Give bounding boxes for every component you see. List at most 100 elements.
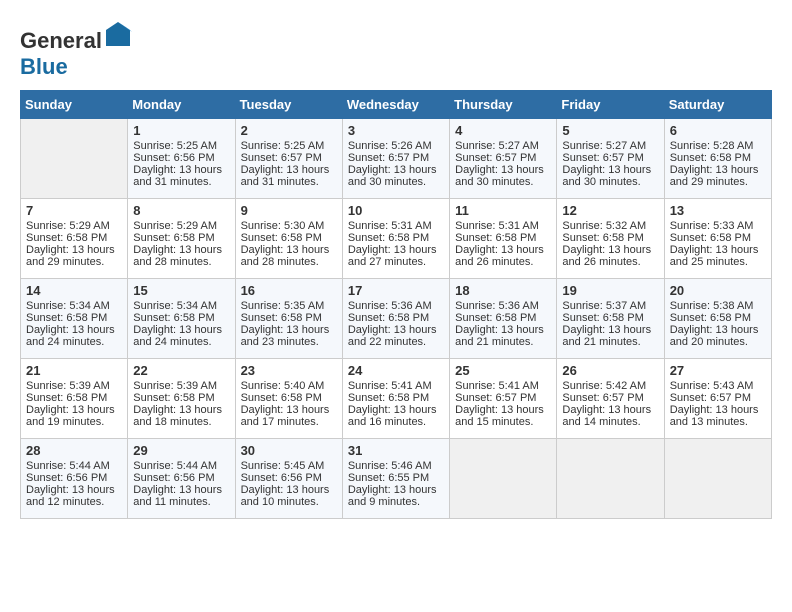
sunset-text: Sunset: 6:58 PM [133, 312, 229, 324]
sunrise-text: Sunrise: 5:38 AM [670, 300, 766, 312]
sunset-text: Sunset: 6:58 PM [562, 232, 658, 244]
daylight-text: Daylight: 13 hours and 9 minutes. [348, 484, 444, 508]
sunset-text: Sunset: 6:56 PM [133, 152, 229, 164]
sunrise-text: Sunrise: 5:41 AM [455, 380, 551, 392]
sunrise-text: Sunrise: 5:30 AM [241, 220, 337, 232]
sunset-text: Sunset: 6:57 PM [562, 392, 658, 404]
day-number: 11 [455, 203, 551, 218]
day-cell: 1Sunrise: 5:25 AMSunset: 6:56 PMDaylight… [128, 119, 235, 199]
logo-blue: Blue [20, 54, 68, 79]
sunrise-text: Sunrise: 5:41 AM [348, 380, 444, 392]
sunrise-text: Sunrise: 5:39 AM [26, 380, 122, 392]
daylight-text: Daylight: 13 hours and 30 minutes. [455, 164, 551, 188]
sunset-text: Sunset: 6:58 PM [348, 312, 444, 324]
daylight-text: Daylight: 13 hours and 16 minutes. [348, 404, 444, 428]
sunrise-text: Sunrise: 5:44 AM [133, 460, 229, 472]
daylight-text: Daylight: 13 hours and 21 minutes. [455, 324, 551, 348]
day-number: 25 [455, 363, 551, 378]
sunset-text: Sunset: 6:58 PM [562, 312, 658, 324]
day-number: 28 [26, 443, 122, 458]
day-cell: 9Sunrise: 5:30 AMSunset: 6:58 PMDaylight… [235, 199, 342, 279]
sunset-text: Sunset: 6:58 PM [455, 232, 551, 244]
header-cell-sunday: Sunday [21, 91, 128, 119]
day-cell: 12Sunrise: 5:32 AMSunset: 6:58 PMDayligh… [557, 199, 664, 279]
sunset-text: Sunset: 6:58 PM [670, 312, 766, 324]
sunset-text: Sunset: 6:58 PM [241, 232, 337, 244]
sunrise-text: Sunrise: 5:45 AM [241, 460, 337, 472]
day-cell: 14Sunrise: 5:34 AMSunset: 6:58 PMDayligh… [21, 279, 128, 359]
day-cell: 17Sunrise: 5:36 AMSunset: 6:58 PMDayligh… [342, 279, 449, 359]
sunset-text: Sunset: 6:55 PM [348, 472, 444, 484]
day-number: 22 [133, 363, 229, 378]
daylight-text: Daylight: 13 hours and 31 minutes. [241, 164, 337, 188]
day-number: 30 [241, 443, 337, 458]
day-number: 19 [562, 283, 658, 298]
day-cell: 29Sunrise: 5:44 AMSunset: 6:56 PMDayligh… [128, 439, 235, 519]
day-number: 14 [26, 283, 122, 298]
day-number: 1 [133, 123, 229, 138]
day-number: 21 [26, 363, 122, 378]
sunrise-text: Sunrise: 5:31 AM [455, 220, 551, 232]
day-number: 17 [348, 283, 444, 298]
day-number: 13 [670, 203, 766, 218]
sunrise-text: Sunrise: 5:37 AM [562, 300, 658, 312]
sunrise-text: Sunrise: 5:46 AM [348, 460, 444, 472]
sunrise-text: Sunrise: 5:43 AM [670, 380, 766, 392]
day-number: 3 [348, 123, 444, 138]
daylight-text: Daylight: 13 hours and 28 minutes. [241, 244, 337, 268]
day-cell [664, 439, 771, 519]
sunrise-text: Sunrise: 5:29 AM [133, 220, 229, 232]
sunrise-text: Sunrise: 5:34 AM [26, 300, 122, 312]
daylight-text: Daylight: 13 hours and 13 minutes. [670, 404, 766, 428]
day-number: 29 [133, 443, 229, 458]
daylight-text: Daylight: 13 hours and 18 minutes. [133, 404, 229, 428]
sunrise-text: Sunrise: 5:27 AM [455, 140, 551, 152]
day-cell: 2Sunrise: 5:25 AMSunset: 6:57 PMDaylight… [235, 119, 342, 199]
sunrise-text: Sunrise: 5:26 AM [348, 140, 444, 152]
day-cell: 21Sunrise: 5:39 AMSunset: 6:58 PMDayligh… [21, 359, 128, 439]
sunset-text: Sunset: 6:57 PM [455, 152, 551, 164]
sunrise-text: Sunrise: 5:27 AM [562, 140, 658, 152]
logo-icon [104, 20, 132, 48]
day-number: 5 [562, 123, 658, 138]
daylight-text: Daylight: 13 hours and 12 minutes. [26, 484, 122, 508]
day-number: 2 [241, 123, 337, 138]
day-number: 20 [670, 283, 766, 298]
sunset-text: Sunset: 6:58 PM [26, 232, 122, 244]
day-number: 31 [348, 443, 444, 458]
sunset-text: Sunset: 6:58 PM [670, 152, 766, 164]
daylight-text: Daylight: 13 hours and 30 minutes. [348, 164, 444, 188]
day-number: 6 [670, 123, 766, 138]
day-cell: 31 Sunrise: 5:46 AMSunset: 6:55 PMDayligh… [342, 439, 449, 519]
daylight-text: Daylight: 13 hours and 21 minutes. [562, 324, 658, 348]
sunrise-text: Sunrise: 5:28 AM [670, 140, 766, 152]
daylight-text: Daylight: 13 hours and 20 minutes. [670, 324, 766, 348]
daylight-text: Daylight: 13 hours and 14 minutes. [562, 404, 658, 428]
sunrise-text: Sunrise: 5:42 AM [562, 380, 658, 392]
sunset-text: Sunset: 6:58 PM [348, 232, 444, 244]
week-row-5: 28Sunrise: 5:44 AMSunset: 6:56 PMDayligh… [21, 439, 772, 519]
day-number: 10 [348, 203, 444, 218]
sunset-text: Sunset: 6:57 PM [670, 392, 766, 404]
sunset-text: Sunset: 6:58 PM [133, 392, 229, 404]
daylight-text: Daylight: 13 hours and 26 minutes. [562, 244, 658, 268]
daylight-text: Daylight: 13 hours and 30 minutes. [562, 164, 658, 188]
sunrise-text: Sunrise: 5:32 AM [562, 220, 658, 232]
day-cell [450, 439, 557, 519]
header-cell-friday: Friday [557, 91, 664, 119]
calendar-table: SundayMondayTuesdayWednesdayThursdayFrid… [20, 90, 772, 519]
header-cell-saturday: Saturday [664, 91, 771, 119]
header-cell-wednesday: Wednesday [342, 91, 449, 119]
sunset-text: Sunset: 6:58 PM [241, 392, 337, 404]
sunrise-text: Sunrise: 5:25 AM [241, 140, 337, 152]
calendar-body: 1Sunrise: 5:25 AMSunset: 6:56 PMDaylight… [21, 119, 772, 519]
daylight-text: Daylight: 13 hours and 11 minutes. [133, 484, 229, 508]
day-number: 8 [133, 203, 229, 218]
logo: General Blue [20, 20, 132, 80]
sunset-text: Sunset: 6:57 PM [348, 152, 444, 164]
daylight-text: Daylight: 13 hours and 29 minutes. [26, 244, 122, 268]
logo-text: General Blue [20, 20, 132, 80]
header-row: SundayMondayTuesdayWednesdayThursdayFrid… [21, 91, 772, 119]
sunrise-text: Sunrise: 5:25 AM [133, 140, 229, 152]
daylight-text: Daylight: 13 hours and 28 minutes. [133, 244, 229, 268]
